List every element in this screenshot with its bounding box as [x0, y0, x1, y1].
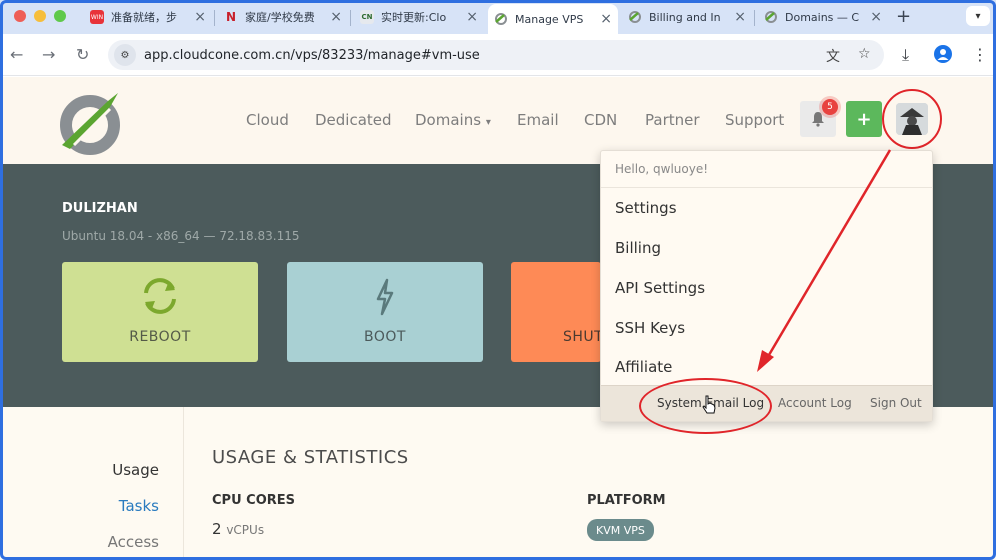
nav-cloud[interactable]: Cloud — [246, 111, 289, 129]
close-tab-icon[interactable]: × — [870, 9, 882, 25]
hand-cursor-icon — [701, 395, 717, 419]
tab-title: 准备就绪，步 — [111, 11, 177, 24]
annotation-circle-avatar — [882, 89, 942, 149]
tab-separator — [350, 10, 351, 26]
cpu-cores-label: CPU CORES — [212, 493, 295, 508]
browser-toolbar: ← → ↻ ⚙ app.cloudcone.com.cn/vps/83233/m… — [0, 34, 996, 76]
user-dropdown-menu: Hello, qwluoye! Settings Billing API Set… — [600, 150, 933, 422]
tab-title: Billing and In — [649, 10, 721, 24]
menu-item-api-settings[interactable]: API Settings — [615, 279, 705, 297]
tab-favicon-icon: N — [225, 10, 237, 24]
add-service-button[interactable]: + — [846, 101, 882, 137]
reboot-label: REBOOT — [129, 329, 191, 345]
tab-title: 实时更新:Clo — [381, 11, 447, 24]
url-text: app.cloudcone.com.cn/vps/83233/manage#vm… — [144, 47, 480, 63]
cloudcone-favicon-icon — [764, 10, 778, 24]
nav-email[interactable]: Email — [517, 111, 559, 129]
tab-separator — [214, 10, 215, 26]
shutdown-label: SHUT — [563, 329, 601, 345]
browser-tab-4-active[interactable]: Manage VPS × — [488, 4, 618, 34]
browser-tab-6[interactable]: Domains — C × — [758, 4, 888, 30]
nav-support[interactable]: Support — [725, 111, 784, 129]
notification-count-badge: 5 — [822, 99, 838, 115]
reload-icon[interactable]: ↻ — [76, 45, 89, 64]
reboot-button[interactable]: REBOOT — [62, 262, 258, 362]
browser-tab-3[interactable]: CN 实时更新:Clo × — [354, 4, 484, 30]
browser-tab-strip: WIN 准备就绪，步 × N 家庭/学校免费 × CN 实时更新:Clo × M… — [0, 0, 996, 34]
tab-title: 家庭/学校免费 — [245, 11, 315, 24]
new-tab-button[interactable]: + — [896, 6, 911, 27]
browser-menu-icon[interactable]: ⋮ — [972, 45, 988, 64]
tab-title: Domains — C — [785, 10, 860, 24]
browser-tab-5[interactable]: Billing and In × — [622, 4, 752, 30]
menu-item-affiliate[interactable]: Affiliate — [615, 358, 672, 376]
site-settings-icon[interactable]: ⚙ — [114, 44, 136, 66]
close-tab-icon[interactable]: × — [734, 9, 746, 25]
profile-icon[interactable] — [934, 45, 952, 67]
close-window-button[interactable] — [14, 10, 26, 22]
tab-favicon-icon: WIN — [90, 10, 104, 24]
close-tab-icon[interactable]: × — [600, 11, 612, 27]
cpu-count: 2 — [212, 520, 222, 538]
dropdown-greeting: Hello, qwluoye! — [601, 151, 932, 188]
browser-tab-1[interactable]: WIN 准备就绪，步 × — [84, 4, 212, 30]
boot-label: BOOT — [364, 329, 406, 345]
nav-domains-label: Domains — [415, 111, 482, 129]
platform-badge: KVM VPS — [587, 519, 654, 541]
address-bar[interactable]: ⚙ app.cloudcone.com.cn/vps/83233/manage#… — [108, 40, 884, 70]
menu-item-ssh-keys[interactable]: SSH Keys — [615, 319, 685, 337]
cpu-cores-value: 2 vCPUs — [212, 520, 264, 538]
lightning-icon — [376, 278, 394, 316]
refresh-icon — [144, 278, 176, 314]
caret-down-icon: ▾ — [485, 117, 491, 128]
browser-tab-2[interactable]: N 家庭/学校免费 × — [218, 4, 348, 30]
menu-link-sign-out[interactable]: Sign Out — [870, 396, 922, 410]
main-content: Usage Tasks Access USAGE & STATISTICS CP… — [0, 407, 996, 560]
cloudcone-favicon-icon — [628, 10, 642, 24]
bookmark-star-icon[interactable]: ☆ — [858, 46, 871, 62]
minimize-window-button[interactable] — [34, 10, 46, 22]
close-tab-icon[interactable]: × — [194, 9, 206, 25]
tab-separator — [754, 10, 755, 26]
forward-arrow-icon[interactable]: → — [42, 45, 55, 64]
tab-title: Manage VPS — [515, 12, 584, 26]
tab-search-button[interactable]: ▾ — [966, 6, 990, 26]
sidebar-item-tasks[interactable]: Tasks — [119, 497, 159, 515]
boot-button[interactable]: BOOT — [287, 262, 483, 362]
download-icon[interactable]: ⤓ — [902, 45, 909, 65]
sidebar-item-usage[interactable]: Usage — [112, 461, 159, 479]
sidebar-item-access[interactable]: Access — [108, 533, 159, 551]
shutdown-button[interactable]: SHUT — [511, 262, 601, 362]
nav-cdn[interactable]: CDN — [584, 111, 617, 129]
menu-link-account-log[interactable]: Account Log — [778, 396, 852, 410]
cloudcone-favicon-icon — [494, 12, 508, 26]
bell-icon — [812, 112, 824, 127]
nav-dedicated[interactable]: Dedicated — [315, 111, 392, 129]
vm-os-ip: Ubuntu 18.04 - x86_64 — 72.18.83.115 — [62, 229, 300, 243]
cpu-unit: vCPUs — [226, 523, 265, 537]
close-tab-icon[interactable]: × — [466, 9, 478, 25]
nav-partner[interactable]: Partner — [645, 111, 700, 129]
menu-item-billing[interactable]: Billing — [615, 239, 661, 257]
usage-section-title: USAGE & STATISTICS — [212, 447, 409, 468]
close-tab-icon[interactable]: × — [330, 9, 342, 25]
vm-sidebar: Usage Tasks Access — [0, 407, 184, 560]
translate-icon[interactable]: 文 — [826, 46, 840, 66]
menu-item-settings[interactable]: Settings — [615, 199, 677, 217]
cloudcone-logo[interactable] — [58, 87, 126, 155]
platform-label: PLATFORM — [587, 493, 666, 508]
maximize-window-button[interactable] — [54, 10, 66, 22]
nav-domains[interactable]: Domains ▾ — [415, 111, 491, 129]
back-arrow-icon[interactable]: ← — [10, 45, 23, 64]
vm-hostname: DULIZHAN — [62, 201, 138, 216]
tab-favicon-icon: CN — [360, 10, 374, 24]
